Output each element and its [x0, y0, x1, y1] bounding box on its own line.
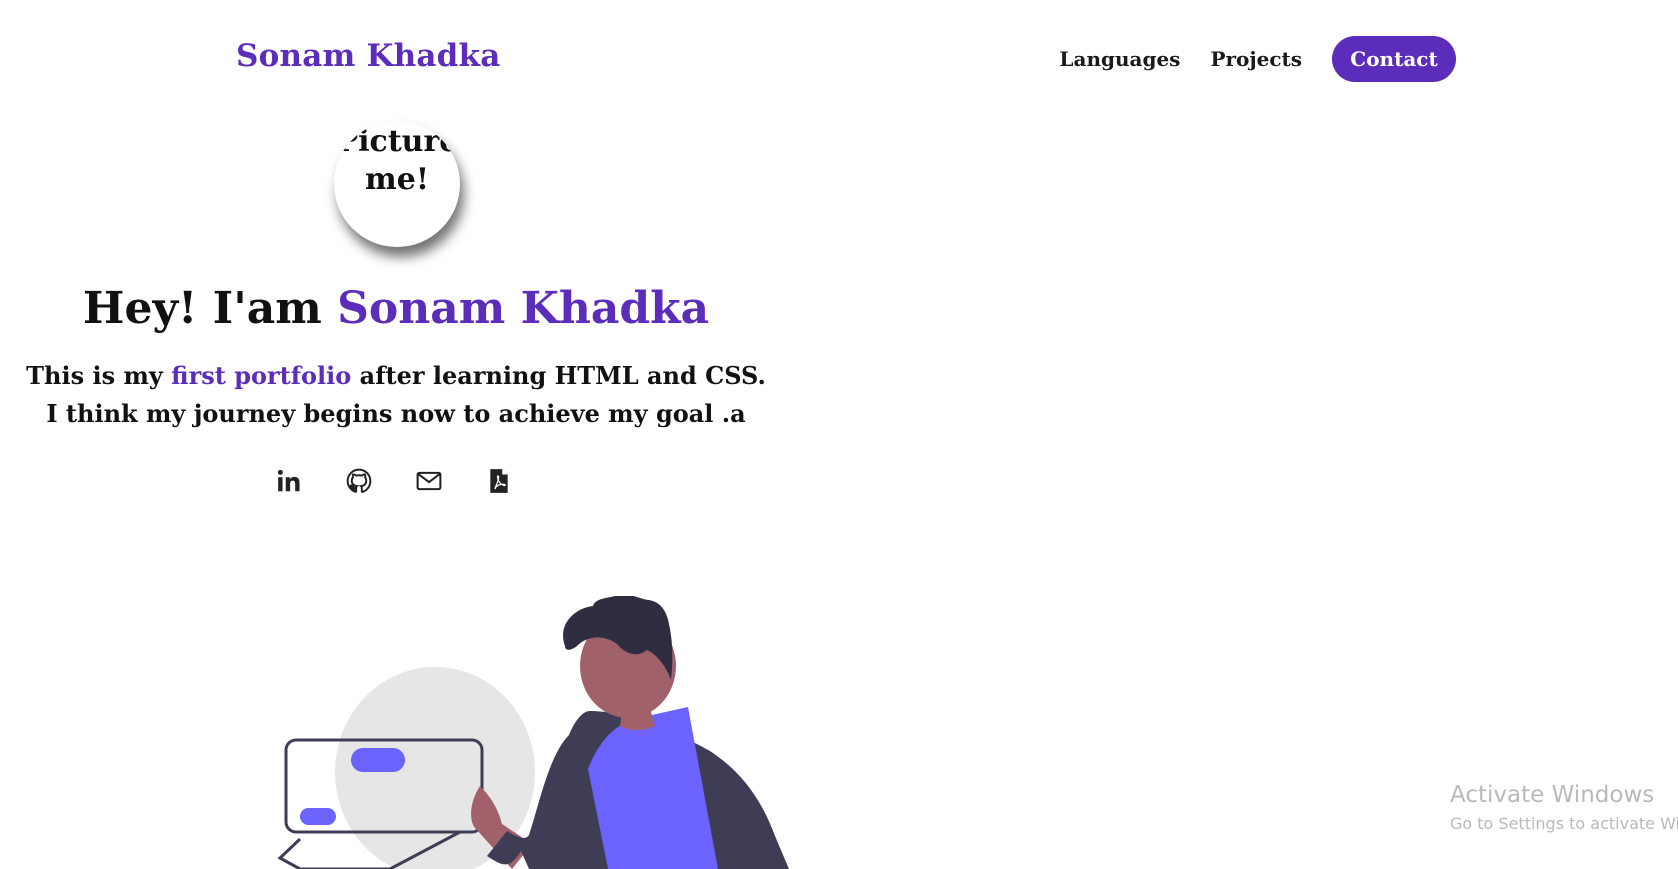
contact-button[interactable]: Contact: [1332, 36, 1456, 82]
github-icon[interactable]: [346, 468, 372, 494]
avatar-alt-text: Picture me!: [335, 124, 459, 197]
developer-illustration: [277, 596, 789, 869]
nav-link-projects[interactable]: Projects: [1210, 47, 1302, 71]
windows-activation-watermark: Activate Windows Go to Settings to activ…: [1450, 782, 1678, 833]
hero-name: Sonam Khadka: [337, 283, 710, 334]
intro-paragraph: This is my first portfolio after learnin…: [20, 357, 772, 433]
greeting-text: Hey! I'am: [82, 283, 338, 334]
watermark-title: Activate Windows: [1450, 782, 1655, 808]
nav-bar: Languages Projects Contact: [1059, 36, 1456, 82]
watermark-subtitle: Go to Settings to activate Wi: [1450, 814, 1678, 833]
intro-text-before: This is my: [26, 361, 172, 390]
intro-highlight: first portfolio: [171, 361, 352, 390]
linkedin-icon[interactable]: [276, 468, 302, 494]
brand-logo[interactable]: Sonam Khadka: [236, 38, 501, 74]
social-links: [276, 468, 512, 494]
avatar: Picture me!: [334, 121, 460, 247]
nav-link-languages[interactable]: Languages: [1059, 47, 1180, 71]
pdf-icon[interactable]: [486, 468, 512, 494]
hero-headline: Hey! I'am Sonam Khadka: [0, 283, 792, 334]
portfolio-page: Sonam Khadka Languages Projects Contact …: [0, 0, 1678, 869]
mail-icon[interactable]: [416, 468, 442, 494]
